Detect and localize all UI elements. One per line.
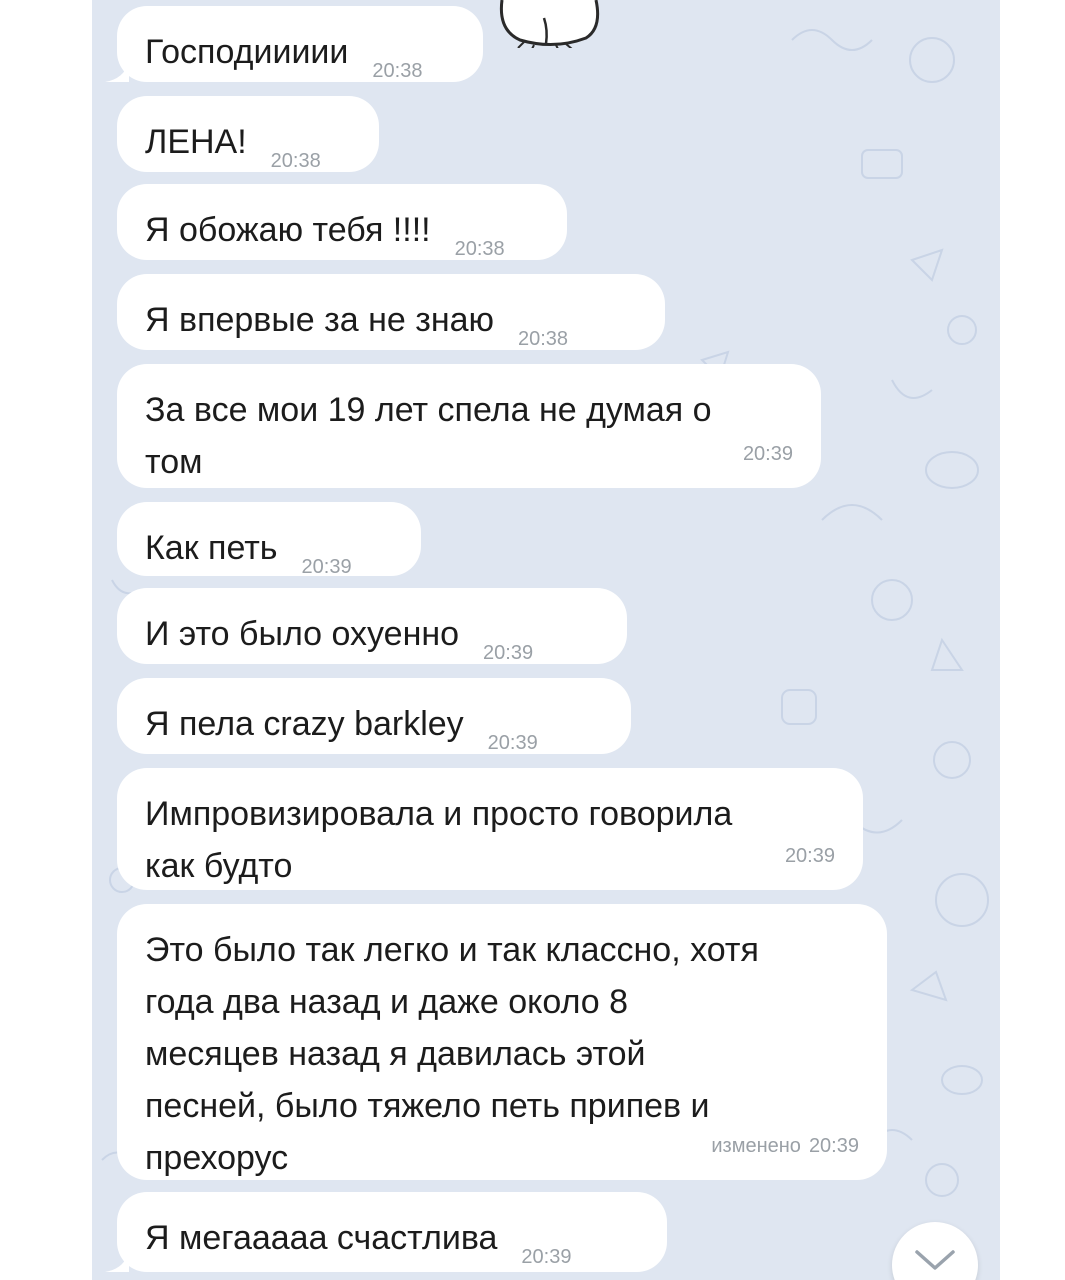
- message-text: Я мегааааа счастлива: [145, 1219, 498, 1257]
- message-time: изменено 20:39: [711, 1120, 859, 1172]
- white-cat-sticker-icon[interactable]: [494, 0, 604, 48]
- message-bubble[interactable]: За все мои 19 лет спела не думая о том 20…: [117, 364, 821, 488]
- message-time: 20:38: [372, 60, 423, 82]
- message-text: Импровизировала и просто говорила как бу…: [145, 795, 733, 885]
- message-bubble[interactable]: Господиииии 20:38: [105, 6, 483, 82]
- chat-area[interactable]: Господиииии 20:38 ЛЕНА! 20:38 Я обожаю теб…: [92, 0, 1000, 1280]
- message-text: Это было так легко и так классно, хотя г…: [145, 931, 759, 1177]
- message-bubble[interactable]: ЛЕНА! 20:38: [117, 96, 379, 172]
- message-text: И это было охуенно: [145, 615, 460, 653]
- message-text: Я впервые за не знаю: [145, 301, 494, 339]
- message-bubble[interactable]: И это было охуенно 20:39: [117, 588, 627, 664]
- message-bubble[interactable]: Как петь 20:39: [117, 502, 421, 578]
- screenshot: Господиииии 20:38 ЛЕНА! 20:38 Я обожаю теб…: [0, 0, 1065, 1280]
- message-text: Я обожаю тебя !!!!: [145, 211, 431, 249]
- message-text: За все мои 19 лет спела не думая о том: [145, 391, 712, 481]
- message-time: 20:38: [518, 328, 569, 350]
- message-bubble[interactable]: Это было так легко и так классно, хотя г…: [117, 904, 887, 1180]
- message-time: 20:38: [270, 150, 321, 172]
- message-time: 20:38: [454, 238, 505, 260]
- bubble-tail: [105, 1248, 129, 1272]
- message-time: 20:39: [742, 443, 793, 465]
- chevron-down-icon: [915, 1250, 955, 1270]
- message-bubble[interactable]: Я впервые за не знаю 20:38: [117, 274, 665, 350]
- message-text: Господиииии: [145, 33, 349, 71]
- right-margin: [1000, 0, 1065, 1280]
- bubble-tail: [105, 58, 129, 82]
- message-bubble[interactable]: Я пела crazy barkley 20:39: [117, 678, 631, 754]
- message-time: 20:39: [301, 556, 352, 578]
- message-bubble[interactable]: Я обожаю тебя !!!! 20:38: [117, 184, 567, 260]
- message-time: 20:39: [487, 732, 538, 754]
- message-time: 20:39: [784, 845, 835, 867]
- message-time: 20:39: [483, 642, 534, 664]
- left-margin: [0, 0, 92, 1280]
- message-text: ЛЕНА!: [145, 123, 247, 161]
- message-text: Я пела crazy barkley: [145, 705, 464, 743]
- edited-label: изменено: [711, 1135, 801, 1157]
- message-time-value: 20:39: [808, 1135, 859, 1157]
- message-text: Как петь: [145, 529, 278, 567]
- message-bubble[interactable]: Импровизировала и просто говорила как бу…: [117, 768, 863, 890]
- message-bubble[interactable]: Я мегааааа счастлива 20:39: [105, 1192, 667, 1272]
- message-time: 20:39: [521, 1246, 572, 1268]
